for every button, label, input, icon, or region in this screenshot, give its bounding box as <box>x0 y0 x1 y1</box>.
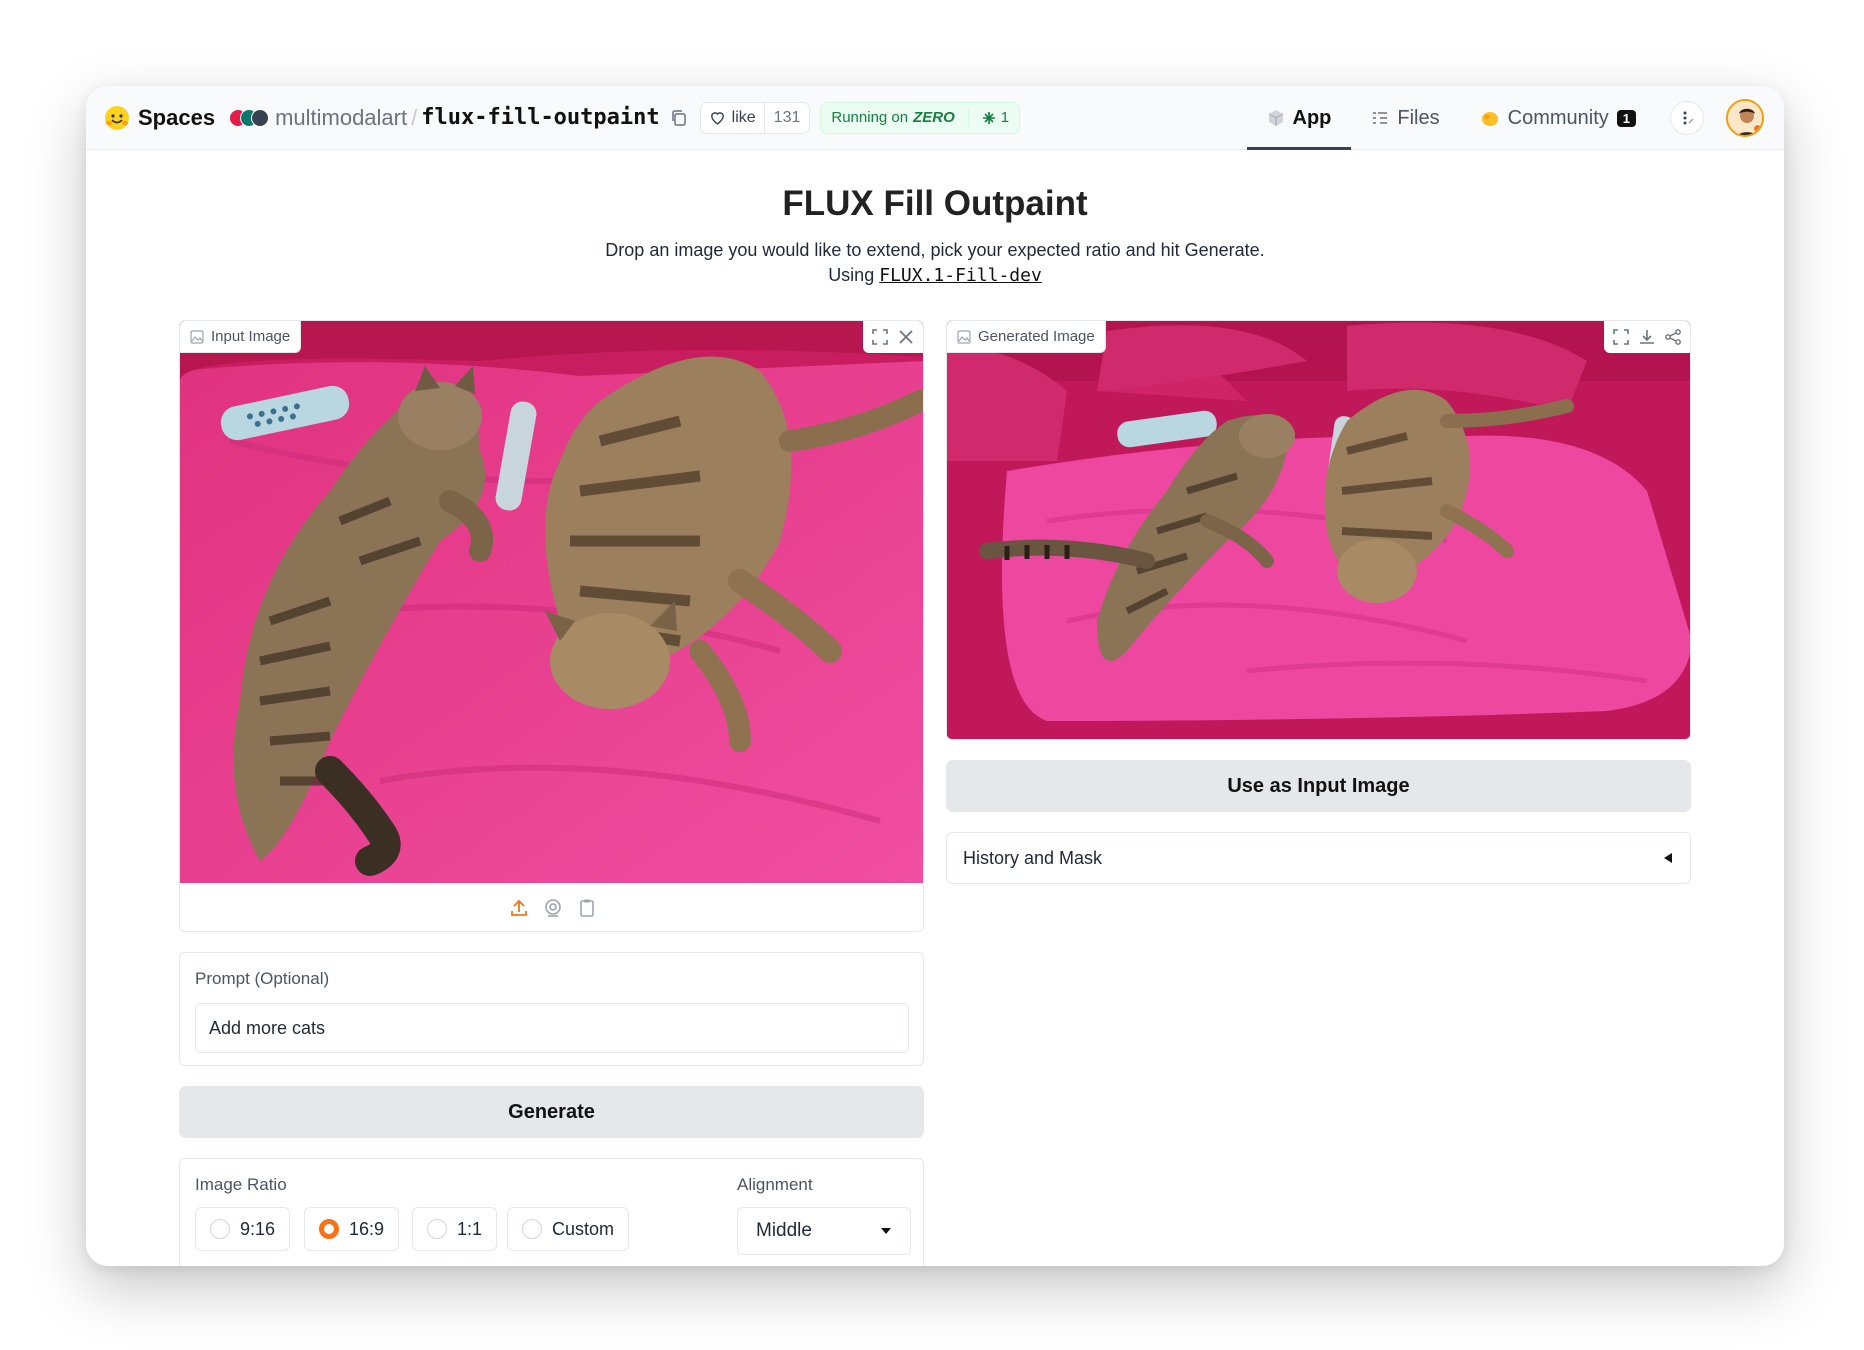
history-and-mask-label: History and Mask <box>963 847 1103 868</box>
input-image-label: Input Image <box>180 321 302 353</box>
fullscreen-icon[interactable] <box>1612 328 1630 346</box>
prompt-label: Prompt (Optional) <box>195 969 330 988</box>
files-icon <box>1373 112 1388 124</box>
tab-community-label: Community <box>1507 106 1609 129</box>
heart-icon <box>710 112 724 125</box>
more-vertical-icon <box>1683 111 1694 125</box>
description-text: Drop an image you would like to extend, … <box>605 240 1265 260</box>
prompt-block: Prompt (Optional) Add more cats <box>179 952 924 1066</box>
ratio-option-1-1[interactable]: 1:1 <box>412 1207 498 1251</box>
clipboard-icon[interactable] <box>577 898 597 918</box>
generated-image-toolbar <box>1604 321 1690 353</box>
history-and-mask-accordion[interactable]: History and Mask <box>946 832 1691 884</box>
owner-link[interactable]: multimodalart <box>275 105 407 131</box>
ratio-option-9-16[interactable]: 9:16 <box>195 1207 291 1251</box>
download-icon[interactable] <box>1638 328 1656 346</box>
prompt-input[interactable]: Add more cats <box>195 1003 909 1053</box>
alignment-value: Middle <box>756 1220 812 1241</box>
fullscreen-icon[interactable] <box>871 328 889 346</box>
model-link[interactable]: FLUX.1-Fill-dev <box>879 265 1042 286</box>
top-nav-bar: Spaces multimodalart / flux-fill-outpain… <box>86 86 1784 150</box>
image-icon <box>190 329 204 344</box>
page-title: FLUX Fill Outpaint <box>782 184 1088 223</box>
copy-icon[interactable] <box>670 109 688 127</box>
running-status-badge[interactable]: Running on ZERO 1 <box>820 101 1021 134</box>
cats-on-pink-couch-photo <box>180 321 923 883</box>
running-prefix: Running on <box>831 109 909 126</box>
tab-app-label: App <box>1292 106 1332 129</box>
like-label: like <box>731 108 756 126</box>
replicas-icon <box>982 111 995 124</box>
radio-circle <box>210 1219 230 1239</box>
input-image[interactable] <box>180 321 923 883</box>
ratio-option-custom[interactable]: Custom <box>507 1207 630 1251</box>
generated-image-label-text: Generated Image <box>978 328 1095 345</box>
ratio-option-16-9[interactable]: 16:9 <box>304 1207 400 1251</box>
tab-files-label: Files <box>1397 106 1440 129</box>
user-avatar[interactable] <box>1726 99 1764 137</box>
radio-circle <box>522 1219 542 1239</box>
tab-files[interactable]: Files <box>1351 86 1459 150</box>
more-options-button[interactable] <box>1670 101 1704 135</box>
image-icon <box>957 329 971 344</box>
generated-image-panel[interactable]: Generated Image <box>946 320 1691 740</box>
community-icon <box>1481 112 1498 126</box>
app-window: Spaces multimodalart / flux-fill-outpain… <box>86 86 1784 1266</box>
like-button[interactable]: like 131 <box>699 101 811 134</box>
generated-image[interactable] <box>947 321 1690 739</box>
community-count-badge: 1 <box>1616 109 1636 127</box>
input-image-toolbar <box>863 321 923 353</box>
ratio-option-label: 16:9 <box>349 1218 385 1239</box>
tab-app[interactable]: App <box>1246 86 1352 150</box>
caret-left-icon <box>1664 853 1672 863</box>
replica-count: 1 <box>1000 109 1010 126</box>
generate-button[interactable]: Generate <box>179 1086 924 1138</box>
outpainted-cats-photo <box>947 321 1690 739</box>
upload-icon[interactable] <box>509 898 529 918</box>
settings-block: Image Ratio 9:16 16:9 1:1 Custom Alignme… <box>179 1158 924 1266</box>
hugging-face-logo-icon[interactable] <box>104 105 130 131</box>
close-icon[interactable] <box>897 328 915 346</box>
ratio-option-label: Custom <box>552 1218 615 1239</box>
using-prefix: Using <box>828 265 875 285</box>
image-source-bar <box>180 883 923 931</box>
alignment-dropdown[interactable]: Middle <box>737 1207 911 1255</box>
tab-community[interactable]: Community 1 <box>1460 86 1656 150</box>
input-image-label-text: Input Image <box>211 328 291 345</box>
page-description: Drop an image you would like to extend, … <box>86 238 1784 288</box>
ratio-option-label: 1:1 <box>457 1218 483 1239</box>
repo-name-link[interactable]: flux-fill-outpaint <box>421 105 659 130</box>
generated-image-label: Generated Image <box>947 321 1106 353</box>
cube-icon <box>1268 110 1283 126</box>
chevron-down-icon <box>881 1228 891 1234</box>
use-as-input-button[interactable]: Use as Input Image <box>946 760 1691 812</box>
input-image-panel[interactable]: Input Image <box>179 320 924 932</box>
ratio-option-label: 9:16 <box>240 1218 276 1239</box>
share-icon[interactable] <box>1664 328 1682 346</box>
radio-circle <box>427 1219 447 1239</box>
hardware-name: ZERO <box>913 109 955 126</box>
radio-circle-selected <box>319 1219 339 1239</box>
webcam-icon[interactable] <box>543 898 563 918</box>
image-ratio-label: Image Ratio <box>195 1175 287 1194</box>
spaces-link[interactable]: Spaces <box>138 105 215 131</box>
owner-avatar[interactable] <box>229 108 270 127</box>
alignment-label: Alignment <box>737 1175 813 1194</box>
like-count[interactable]: 131 <box>765 109 810 127</box>
path-separator: / <box>411 104 418 130</box>
